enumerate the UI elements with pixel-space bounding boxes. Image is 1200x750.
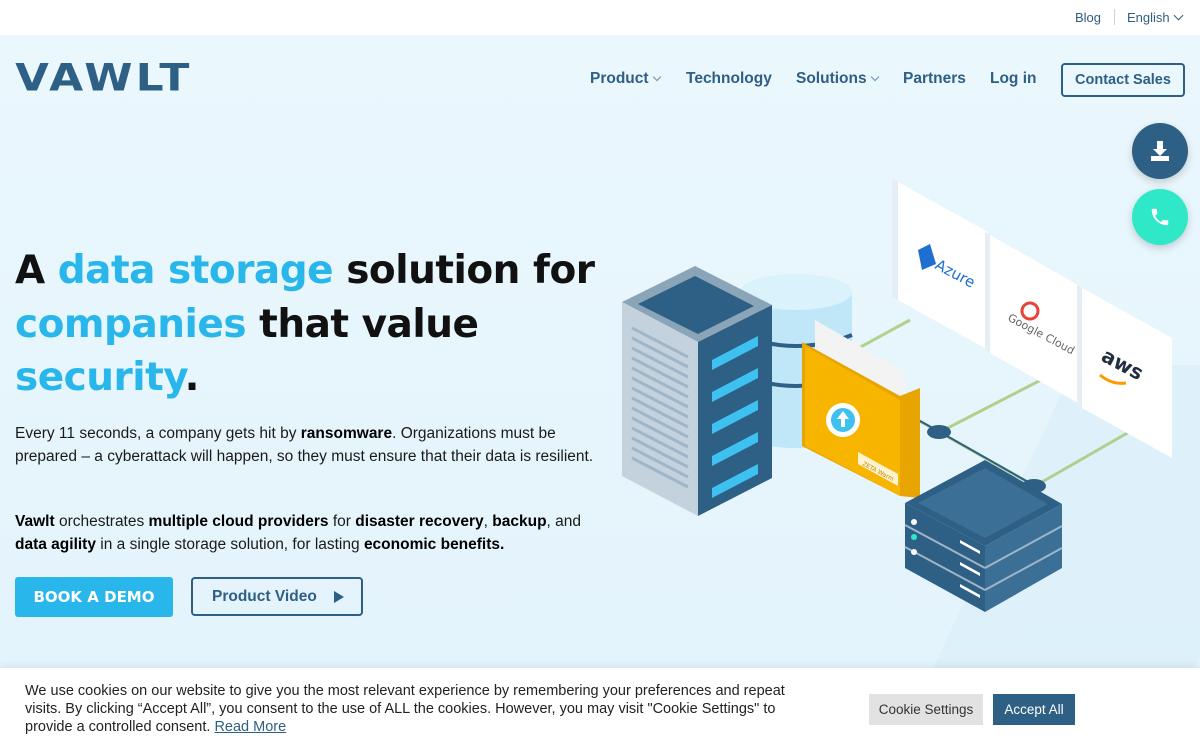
accept-all-button[interactable]: Accept All — [993, 694, 1075, 725]
headline-highlight: security — [15, 355, 185, 400]
play-icon — [334, 591, 344, 603]
node-dot — [927, 425, 951, 439]
azure-card: Azure — [892, 179, 988, 350]
language-label: English — [1127, 10, 1170, 25]
hero-headline: A data storage solution for companies th… — [15, 244, 595, 405]
headline-text: . — [184, 355, 200, 400]
hero-paragraph-2: Vawlt orchestrates multiple cloud provid… — [15, 513, 582, 553]
book-demo-button[interactable]: BOOK A DEMO — [15, 577, 173, 617]
cookie-settings-button[interactable]: Cookie Settings — [869, 694, 983, 725]
product-video-label: Product Video — [212, 588, 317, 605]
hero-illustration: Azure Google Cloud aws ZETA Warm — [622, 179, 1172, 612]
nav-item-technology[interactable]: Technology — [686, 70, 772, 88]
product-video-button[interactable]: Product Video — [191, 577, 363, 616]
nav-item-product[interactable]: Product — [590, 70, 661, 88]
top-utility-bar: Blog English — [0, 0, 1200, 35]
server-tower-icon — [622, 266, 772, 516]
nav-label: Product — [590, 70, 649, 87]
language-selector[interactable]: English — [1127, 10, 1184, 25]
nav-label: Partners — [903, 70, 966, 87]
aws-card: aws — [1077, 285, 1172, 458]
cookie-banner: We use cookies on our website to give yo… — [0, 668, 1200, 750]
divider — [1114, 9, 1115, 25]
chevron-down-icon — [1173, 10, 1184, 21]
cookie-text: We use cookies on our website to give yo… — [25, 683, 785, 735]
chevron-down-icon — [652, 72, 661, 82]
nav-item-login[interactable]: Log in — [990, 70, 1037, 88]
logo[interactable]: VAWLT — [15, 63, 192, 93]
contact-sales-button[interactable]: Contact Sales — [1061, 63, 1185, 97]
google-cloud-card: Google Cloud — [985, 232, 1078, 403]
read-more-link[interactable]: Read More — [214, 719, 286, 735]
headline-highlight: companies — [15, 301, 247, 347]
download-icon — [1151, 141, 1169, 161]
headline-text: that value — [259, 301, 479, 347]
headline-text: solution for — [346, 248, 595, 293]
nav-item-partners[interactable]: Partners — [903, 70, 966, 88]
folder-icon: ZETA Warm — [802, 320, 920, 498]
nav-label: Log in — [990, 70, 1037, 87]
headline-highlight: data storage — [57, 248, 334, 293]
hero-paragraph-1: Every 11 seconds, a company gets hit by … — [15, 425, 594, 465]
nav-label: Solutions — [796, 70, 867, 87]
headline-text: A — [15, 248, 45, 293]
nav-item-solutions[interactable]: Solutions — [796, 70, 879, 88]
chevron-down-icon — [870, 72, 879, 82]
blog-link[interactable]: Blog — [1075, 10, 1101, 25]
nav-label: Technology — [686, 70, 772, 87]
